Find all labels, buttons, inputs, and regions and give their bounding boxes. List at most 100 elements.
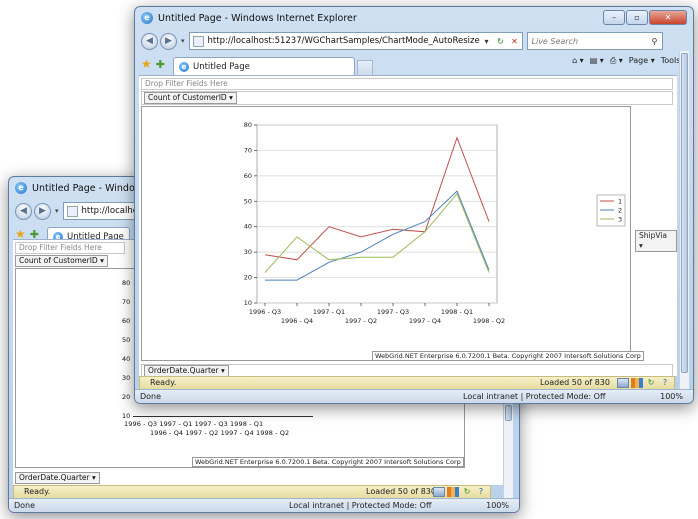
history-dropdown-icon[interactable]: ▾ — [55, 207, 59, 215]
y-tick-label: 80 — [244, 121, 252, 129]
back-ie-done: Done — [14, 501, 36, 510]
back-y-tick-10: 10 — [122, 412, 131, 420]
print-icon[interactable]: ⎙ ▾ — [610, 56, 623, 66]
y-tick-label: 50 — [244, 197, 252, 205]
minimize-icon[interactable]: – — [603, 10, 625, 25]
back-scroll-thumb[interactable] — [505, 405, 512, 421]
back-grid-status-bar: Ready. Loaded 50 of 830 ↻ ? — [13, 485, 491, 499]
front-ie-zone[interactable]: Local intranet | Protected Mode: Off — [463, 390, 605, 403]
page-icon — [192, 35, 204, 47]
back-y-tick-30: 30 — [122, 374, 131, 382]
x-tick-label: 1996 - Q4 — [281, 317, 313, 325]
series-1-line — [264, 136, 490, 261]
refresh-icon[interactable]: ↻ — [645, 378, 657, 388]
front-filter-drop-zone[interactable]: Drop Filter Fields Here — [141, 78, 673, 90]
chart-view-icon[interactable] — [447, 487, 459, 497]
page-menu[interactable]: Page ▾ — [629, 56, 655, 66]
back-status-loaded: Loaded 50 of 830 — [366, 487, 436, 496]
search-placeholder: Live Search — [531, 36, 579, 46]
back-filter-drop-zone[interactable]: Drop Filter Fields Here — [15, 242, 125, 254]
back-ie-zone[interactable]: Local intranet | Protected Mode: Off — [289, 499, 431, 512]
command-bar: ⌂ ▾ ▤ ▾ ⎙ ▾ Page ▾ Tools ▾ — [566, 56, 687, 66]
back-x-ticks-top: 1996 - Q3 1997 - Q1 1997 - Q3 1998 - Q1 — [124, 420, 264, 428]
front-ie-zoom[interactable]: 100% — [660, 390, 683, 403]
shipvia-series-field-button[interactable]: ShipVia ▾ — [635, 230, 677, 252]
favorites-star-icon[interactable]: ★ — [141, 57, 152, 71]
back-data-field-button[interactable]: Count of CustomerID ▾ — [15, 255, 108, 267]
search-icon[interactable]: ⚲ — [652, 37, 658, 46]
front-vertical-scrollbar[interactable] — [679, 51, 689, 391]
front-address-bar[interactable]: http://localhost:51237/WGChartSamples/Ch… — [188, 32, 523, 50]
refresh-icon[interactable]: ↻ — [461, 487, 473, 497]
help-icon[interactable]: ? — [659, 378, 671, 388]
x-tick-label: 1997 - Q3 — [377, 308, 409, 316]
front-data-field-button[interactable]: Count of CustomerID ▾ — [144, 92, 237, 104]
close-icon[interactable]: ✕ — [649, 10, 687, 25]
y-tick-label: 70 — [244, 146, 252, 154]
x-tick-label: 1997 - Q1 — [313, 308, 345, 316]
front-chart-frame: 10 20 30 40 50 60 70 80 1996 - Q3 1997 - Q1 1997 … — [141, 106, 644, 361]
y-tick-label: 40 — [244, 223, 252, 231]
grid-view-icon[interactable] — [433, 487, 445, 497]
y-tick-label: 20 — [244, 274, 252, 282]
front-title-bar[interactable]: Untitled Page - Windows Internet Explore… — [135, 7, 693, 29]
y-tick-label: 30 — [244, 248, 252, 256]
back-y-tick-40: 40 — [122, 355, 131, 363]
back-ie-zoom[interactable]: 100% — [486, 499, 509, 512]
history-dropdown-icon[interactable]: ▾ — [181, 37, 185, 45]
maximize-icon[interactable]: ▫ — [626, 10, 648, 25]
feeds-icon[interactable]: ▤ ▾ — [590, 56, 604, 66]
back-y-tick-60: 60 — [122, 317, 131, 325]
back-arrow-icon[interactable]: ◀ — [15, 202, 32, 220]
front-url-text: http://localhost:51237/WGChartSamples/Ch… — [207, 36, 480, 46]
ie-logo-icon — [15, 182, 27, 194]
legend-label-2: 2 — [618, 207, 622, 215]
home-icon[interactable]: ⌂ ▾ — [572, 56, 584, 66]
back-copyright-label: WebGrid.NET Enterprise 6.0.7200.1 Beta. … — [192, 457, 464, 467]
back-arrow-icon[interactable]: ◀ — [141, 32, 158, 50]
chart-view-icon[interactable] — [631, 378, 643, 388]
front-browser-window[interactable]: Untitled Page - Windows Internet Explore… — [134, 6, 694, 404]
forward-arrow-icon[interactable]: ▶ — [34, 202, 51, 220]
front-tab-untitled[interactable]: Untitled Page — [172, 56, 355, 76]
front-scroll-thumb[interactable] — [681, 53, 688, 373]
line-chart: 1020304050607080 1996 - Q3 1997 - Q1 1997 … — [244, 121, 626, 325]
back-y-tick-80: 80 — [122, 279, 131, 287]
y-tick-label: 10 — [244, 299, 252, 307]
series-2-line — [265, 190, 490, 281]
back-y-tick-20: 20 — [122, 393, 131, 401]
front-window-title: Untitled Page - Windows Internet Explore… — [158, 12, 357, 24]
back-vertical-scrollbar[interactable] — [503, 403, 513, 499]
x-tick-label: 1996 - Q3 — [249, 308, 281, 316]
new-tab-button[interactable] — [356, 59, 373, 75]
plot-area — [256, 124, 498, 304]
front-tab-label: Untitled Page — [192, 61, 250, 72]
x-tick-label: 1998 - Q1 — [441, 308, 473, 316]
grid-view-icon[interactable] — [617, 378, 629, 388]
back-x-ticks-bottom: 1996 - Q4 1997 - Q2 1997 - Q4 1998 - Q2 — [150, 429, 290, 437]
front-ie-status-bar: Done Local intranet | Protected Mode: Of… — [135, 389, 693, 403]
back-y-tick-70: 70 — [122, 298, 131, 306]
stop-icon[interactable]: ✕ — [508, 37, 522, 46]
tab-ie-icon — [178, 61, 189, 72]
page-icon — [66, 205, 78, 217]
forward-arrow-icon[interactable]: ▶ — [160, 32, 177, 50]
address-dropdown-icon[interactable]: ▾ — [480, 37, 494, 46]
front-status-ready: Ready. — [150, 378, 177, 387]
front-status-loaded: Loaded 50 of 830 — [540, 378, 610, 387]
front-tab-row: ★ ✚ Untitled Page ⌂ ▾ ▤ ▾ ⎙ ▾ Page ▾ Too… — [135, 53, 693, 76]
add-favorite-icon[interactable]: ✚ — [156, 58, 165, 71]
refresh-page-icon[interactable]: ↻ — [494, 37, 508, 46]
back-status-ready: Ready. — [24, 487, 51, 496]
legend-label-1: 1 — [618, 198, 622, 206]
x-tick-label: 1998 - Q2 — [473, 317, 505, 325]
legend-label-3: 3 — [618, 216, 622, 224]
front-copyright-label: WebGrid.NET Enterprise 6.0.7200.1 Beta. … — [372, 351, 644, 361]
back-ie-status-bar: Done Local intranet | Protected Mode: Of… — [9, 498, 519, 512]
back-x-axis-line — [133, 416, 313, 417]
back-row-field-button[interactable]: OrderDate.Quarter ▾ — [15, 472, 100, 484]
ie-logo-icon — [141, 12, 153, 24]
help-icon[interactable]: ? — [475, 487, 487, 497]
live-search-input[interactable]: Live Search ⚲ — [526, 32, 663, 50]
back-y-tick-50: 50 — [122, 336, 131, 344]
